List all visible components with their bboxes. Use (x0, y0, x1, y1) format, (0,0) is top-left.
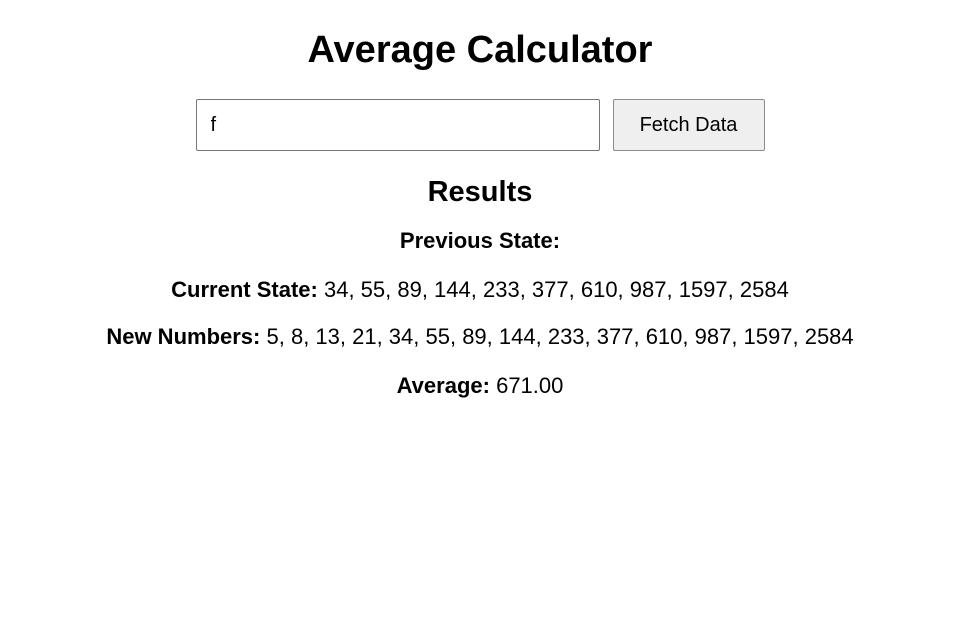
previous-state-label: Previous State: (399, 228, 561, 253)
current-state-label: Current State: (171, 277, 318, 302)
current-state-row: Current State: 34, 55, 89, 144, 233, 377… (0, 277, 960, 303)
previous-state-row: Previous State: (0, 228, 960, 254)
results-heading: Results (427, 176, 533, 208)
new-numbers-label: New Numbers: (106, 324, 261, 349)
average-row: Average: 671.00 (0, 373, 960, 399)
average-value: 671.00 (496, 373, 564, 398)
new-numbers-value: 5, 8, 13, 21, 34, 55, 89, 144, 233, 377,… (266, 324, 854, 349)
fetch-data-button[interactable]: Fetch Data (612, 99, 765, 151)
new-numbers-row: New Numbers: 5, 8, 13, 21, 34, 55, 89, 1… (0, 324, 960, 350)
current-state-value: 34, 55, 89, 144, 233, 377, 610, 987, 159… (323, 277, 789, 302)
number-id-input[interactable] (195, 99, 600, 151)
page: Average Calculator Fetch Data Results Pr… (0, 0, 960, 629)
average-label: Average: (396, 373, 490, 398)
page-title: Average Calculator (307, 29, 653, 71)
controls-bar: Fetch Data (0, 99, 960, 151)
